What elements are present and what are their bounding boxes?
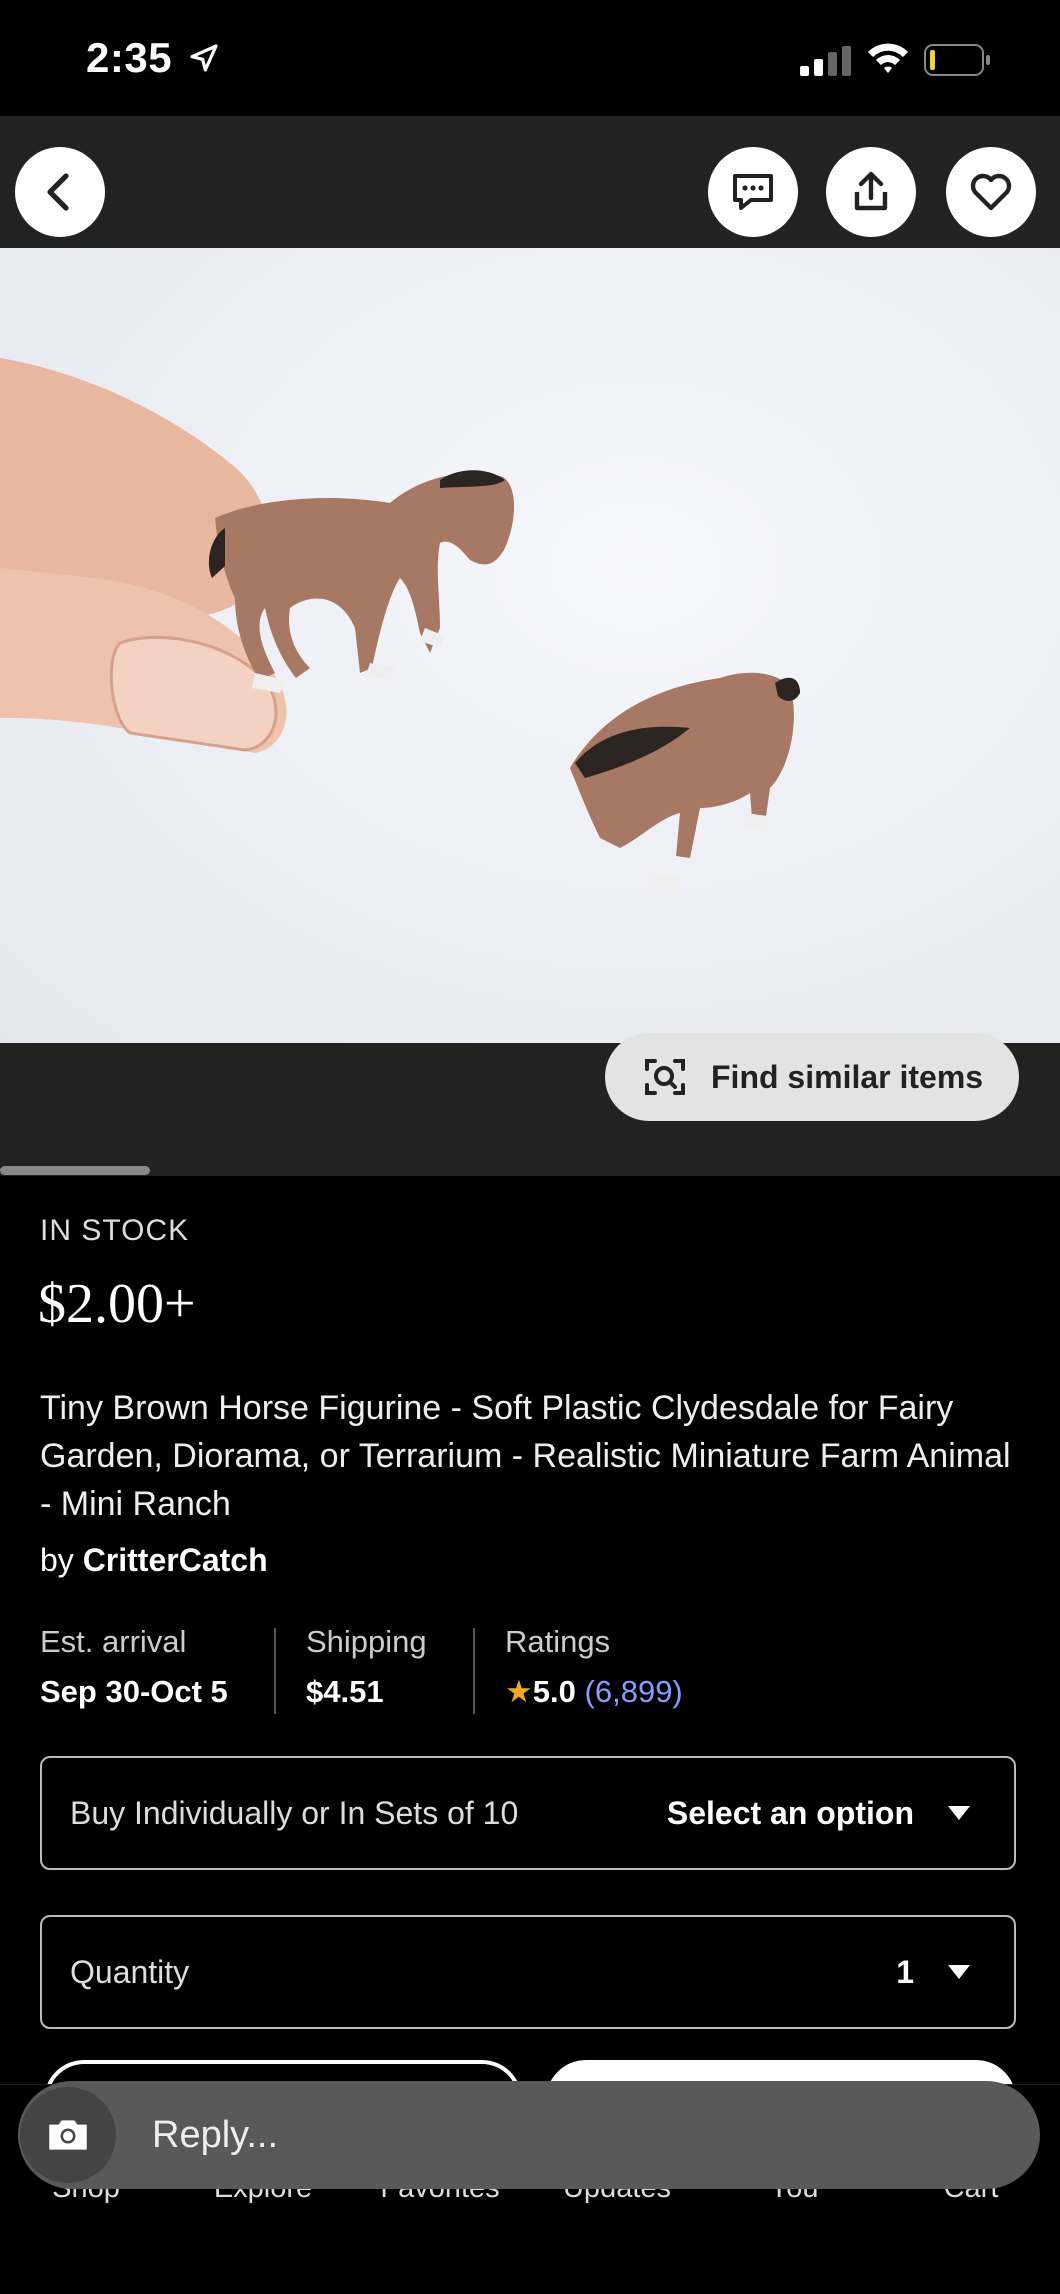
top-nav-bar: [0, 116, 1060, 248]
variation-label: Buy Individually or In Sets of 10: [70, 1794, 519, 1831]
reply-input[interactable]: Reply...: [152, 2114, 278, 2157]
quantity-label: Quantity: [70, 1953, 190, 1990]
listing-title: Tiny Brown Horse Figurine - Soft Plastic…: [40, 1389, 1011, 1523]
quantity-value: 1: [896, 1953, 914, 1990]
ratings-label: Ratings: [505, 1624, 611, 1659]
rating-count-link[interactable]: (6,899): [585, 1674, 683, 1709]
shipping-label: Shipping: [306, 1624, 427, 1659]
share-button[interactable]: [826, 147, 916, 237]
info-divider: [274, 1628, 276, 1714]
variation-select[interactable]: Buy Individually or In Sets of 10 Select…: [40, 1756, 1016, 1870]
status-bar: 2:35: [0, 0, 1060, 116]
arrival-info: Est. arrival Sep 30-Oct 5: [40, 1624, 228, 1710]
chat-bubble-icon: [733, 174, 773, 210]
ratings-value: ★5.0 (6,899): [505, 1674, 683, 1710]
location-arrow-icon: [190, 44, 218, 72]
reply-bar[interactable]: Reply...: [18, 2081, 1040, 2189]
chevron-left-icon: [47, 173, 69, 211]
horse-figurines-photo: [0, 248, 1060, 1043]
wifi-icon: [868, 43, 908, 73]
battery-icon: [924, 44, 990, 76]
caret-down-icon: [948, 1965, 970, 1979]
message-seller-button[interactable]: [708, 147, 798, 237]
shop-byline: by CritterCatch: [40, 1542, 268, 1579]
shipping-value: $4.51: [306, 1674, 384, 1709]
image-carousel-indicator: [0, 1166, 150, 1175]
visual-search-icon: [645, 1059, 685, 1095]
heart-icon: [970, 173, 1012, 211]
price: $2.00+: [38, 1273, 196, 1335]
shop-name-link[interactable]: CritterCatch: [83, 1542, 268, 1578]
caret-down-icon: [948, 1806, 970, 1820]
shipping-info: Shipping $4.51: [306, 1624, 427, 1710]
stock-status: IN STOCK: [40, 1214, 190, 1247]
product-image[interactable]: [0, 248, 1060, 1043]
star-icon: ★: [505, 1674, 533, 1709]
share-icon: [854, 171, 888, 211]
arrival-value: Sep 30-Oct 5: [40, 1674, 228, 1709]
cellular-signal-icon: [800, 46, 851, 76]
status-time: 2:35: [86, 34, 173, 81]
rating-score: 5.0: [532, 1674, 576, 1709]
variation-value: Select an option: [666, 1794, 914, 1831]
info-divider: [473, 1628, 475, 1714]
camera-icon: [49, 2120, 87, 2150]
back-button[interactable]: [15, 147, 105, 237]
arrival-label: Est. arrival: [40, 1624, 187, 1659]
favorite-button[interactable]: [946, 147, 1036, 237]
by-prefix: by: [40, 1542, 74, 1578]
camera-button[interactable]: [20, 2087, 116, 2183]
find-similar-items-button[interactable]: Find similar items: [605, 1033, 1019, 1121]
ratings-info[interactable]: Ratings ★5.0 (6,899): [505, 1624, 683, 1710]
find-similar-label: Find similar items: [711, 1058, 984, 1095]
quantity-select[interactable]: Quantity 1: [40, 1915, 1016, 2029]
